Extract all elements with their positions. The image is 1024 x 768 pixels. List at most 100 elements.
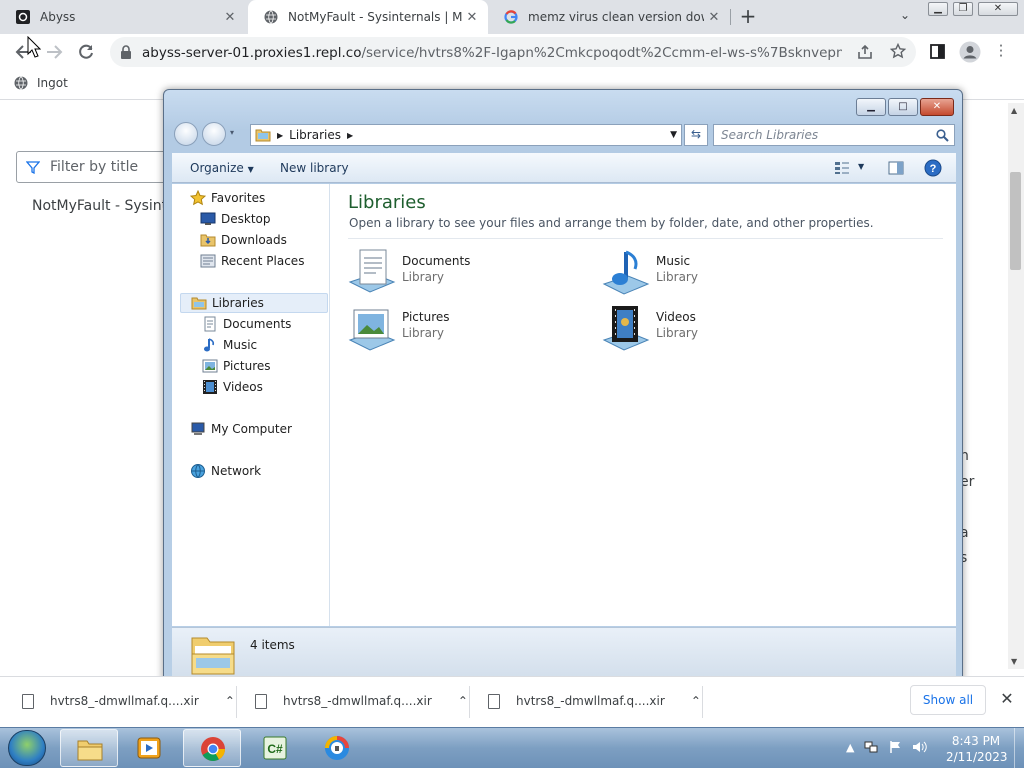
bookmark-label: Ingot xyxy=(37,76,68,90)
taskbar-browser-2[interactable] xyxy=(308,729,366,767)
bookmark-ingot[interactable]: Ingot xyxy=(14,76,68,90)
taskbar-clock[interactable]: 8:43 PM 2/11/2023 xyxy=(946,733,1008,765)
explorer-refresh-icon[interactable]: ⇆ xyxy=(684,124,708,146)
network-tray-icon[interactable] xyxy=(864,740,878,754)
scroll-down-arrow-icon[interactable]: ▼ xyxy=(1011,657,1017,666)
chevron-up-icon[interactable]: ⌃ xyxy=(691,694,701,708)
menu-dots-icon[interactable]: · · · xyxy=(997,39,1005,64)
explorer-close-button[interactable]: ✕ xyxy=(920,98,954,116)
nav-recent-places[interactable]: Recent Places xyxy=(200,251,304,271)
tab-memz[interactable]: memz virus clean version downlo ✕ xyxy=(488,0,730,34)
library-type: Library xyxy=(656,270,698,284)
download-filename: hvtrs8_-dmwllmaf.q....xir xyxy=(50,694,199,708)
volume-icon[interactable] xyxy=(912,740,928,754)
start-button[interactable] xyxy=(8,730,46,766)
view-dropdown-icon[interactable]: ▼ xyxy=(858,162,864,171)
close-tab-icon[interactable]: ✕ xyxy=(462,10,482,25)
scroll-up-arrow-icon[interactable]: ▲ xyxy=(1011,106,1017,115)
show-hidden-icons-icon[interactable]: ▲ xyxy=(846,741,854,754)
tab-notmyfault[interactable]: NotMyFault - Sysinternals | Micro ✕ xyxy=(248,0,488,34)
explorer-search-input[interactable]: Search Libraries xyxy=(713,124,955,146)
clock-date: 2/11/2023 xyxy=(946,750,1008,764)
library-name: Pictures xyxy=(402,310,450,324)
breadcrumb-arrow-icon[interactable]: ▶ xyxy=(277,131,283,140)
explorer-minimize-button[interactable]: ▁ xyxy=(856,98,886,116)
divider xyxy=(702,686,703,718)
filter-input[interactable]: Filter by title xyxy=(16,151,176,183)
profile-avatar-icon[interactable] xyxy=(959,41,981,63)
page-link-notmyfault[interactable]: NotMyFault - Sysinter xyxy=(32,198,182,214)
library-pictures[interactable]: Pictures Library xyxy=(348,304,588,354)
nav-pictures[interactable]: Pictures xyxy=(202,356,271,376)
view-options-icon[interactable] xyxy=(834,161,850,175)
tab-separator xyxy=(730,9,731,25)
reload-icon[interactable] xyxy=(74,40,98,64)
explorer-forward-button[interactable] xyxy=(202,122,226,146)
minimize-button[interactable]: ▁ xyxy=(928,2,948,16)
chevron-up-icon[interactable]: ⌃ xyxy=(458,694,468,708)
tab-search-chevron-icon[interactable]: ⌄ xyxy=(895,8,915,26)
explorer-maximize-button[interactable]: □ xyxy=(888,98,918,116)
explorer-address-bar[interactable]: ▶ Libraries ▶ ▼ xyxy=(250,124,682,146)
nav-documents[interactable]: Documents xyxy=(202,314,291,334)
download-item[interactable]: hvtrs8_-dmwllmaf.q....xir ⌃ xyxy=(488,692,701,710)
help-icon[interactable]: ? xyxy=(924,159,942,177)
details-pane: 4 items xyxy=(172,627,956,680)
downloads-folder-icon xyxy=(200,234,216,247)
scrollbar-thumb[interactable] xyxy=(1010,172,1021,270)
taskbar-csharp-app[interactable]: C# xyxy=(246,729,304,767)
show-desktop-button[interactable] xyxy=(1014,728,1024,768)
nav-network[interactable]: Network xyxy=(190,461,261,481)
lock-icon[interactable] xyxy=(120,45,132,59)
breadcrumb-arrow-icon[interactable]: ▶ xyxy=(347,131,353,140)
close-downloads-icon[interactable]: ✕ xyxy=(998,689,1016,709)
nav-desktop[interactable]: Desktop xyxy=(200,209,271,229)
taskbar-chrome[interactable] xyxy=(183,729,241,767)
download-item[interactable]: hvtrs8_-dmwllmaf.q....xir ⌃ xyxy=(255,692,468,710)
search-icon[interactable] xyxy=(936,129,949,142)
nav-music[interactable]: Music xyxy=(202,335,257,355)
svg-text:C#: C# xyxy=(267,742,283,756)
nav-favorites[interactable]: Favorites xyxy=(190,188,265,208)
share-icon[interactable] xyxy=(857,44,873,60)
nav-libraries[interactable]: Libraries xyxy=(180,293,328,313)
taskbar-explorer[interactable] xyxy=(60,729,118,767)
bookmark-star-icon[interactable] xyxy=(890,43,906,59)
download-item[interactable]: hvtrs8_-dmwllmaf.q....xir ⌃ xyxy=(22,692,235,710)
tab-title: memz virus clean version downlo xyxy=(528,10,704,24)
tab-abyss[interactable]: Abyss ✕ xyxy=(0,0,246,34)
videos-icon xyxy=(203,380,217,394)
action-center-flag-icon[interactable] xyxy=(888,740,902,754)
address-dropdown-icon[interactable]: ▼ xyxy=(670,130,677,140)
library-documents[interactable]: Documents Library xyxy=(348,248,588,298)
recent-pages-chevron-icon[interactable]: ▾ xyxy=(230,128,234,137)
libraries-description: Open a library to see your files and arr… xyxy=(349,216,874,230)
preview-pane-icon[interactable] xyxy=(888,161,904,175)
side-panel-icon[interactable] xyxy=(930,44,945,59)
new-tab-button[interactable]: + xyxy=(736,5,760,29)
forward-arrow-icon[interactable] xyxy=(42,40,66,64)
documents-icon xyxy=(204,316,216,332)
url-text[interactable]: abyss-server-01.proxies1.repl.co/service… xyxy=(142,45,842,61)
url-path: /service/hvtrs8%2F-Igapn%2Cmkcpoqodt%2Cc… xyxy=(361,45,842,61)
media-player-icon xyxy=(137,737,161,759)
chevron-up-icon[interactable]: ⌃ xyxy=(225,694,235,708)
restore-button[interactable]: ❐ xyxy=(953,2,973,16)
library-videos[interactable]: Videos Library xyxy=(602,304,842,354)
library-type: Library xyxy=(402,270,444,284)
new-library-button[interactable]: New library xyxy=(280,161,349,175)
organize-button[interactable]: Organize ▼ xyxy=(190,161,254,175)
nav-downloads[interactable]: Downloads xyxy=(200,230,287,250)
close-window-button[interactable]: ✕ xyxy=(978,2,1018,16)
close-tab-icon[interactable]: ✕ xyxy=(220,10,240,25)
show-all-button[interactable]: Show all xyxy=(910,685,986,715)
taskbar-media-player[interactable] xyxy=(120,729,178,767)
nav-my-computer[interactable]: My Computer xyxy=(190,419,292,439)
explorer-back-button[interactable] xyxy=(174,122,198,146)
close-tab-icon[interactable]: ✕ xyxy=(704,10,724,25)
libraries-content: Libraries Open a library to see your fil… xyxy=(338,184,956,626)
libraries-folder-icon xyxy=(255,129,271,142)
library-music[interactable]: Music Library xyxy=(602,248,842,298)
breadcrumb-libraries[interactable]: Libraries xyxy=(289,128,341,142)
nav-videos[interactable]: Videos xyxy=(202,377,263,397)
